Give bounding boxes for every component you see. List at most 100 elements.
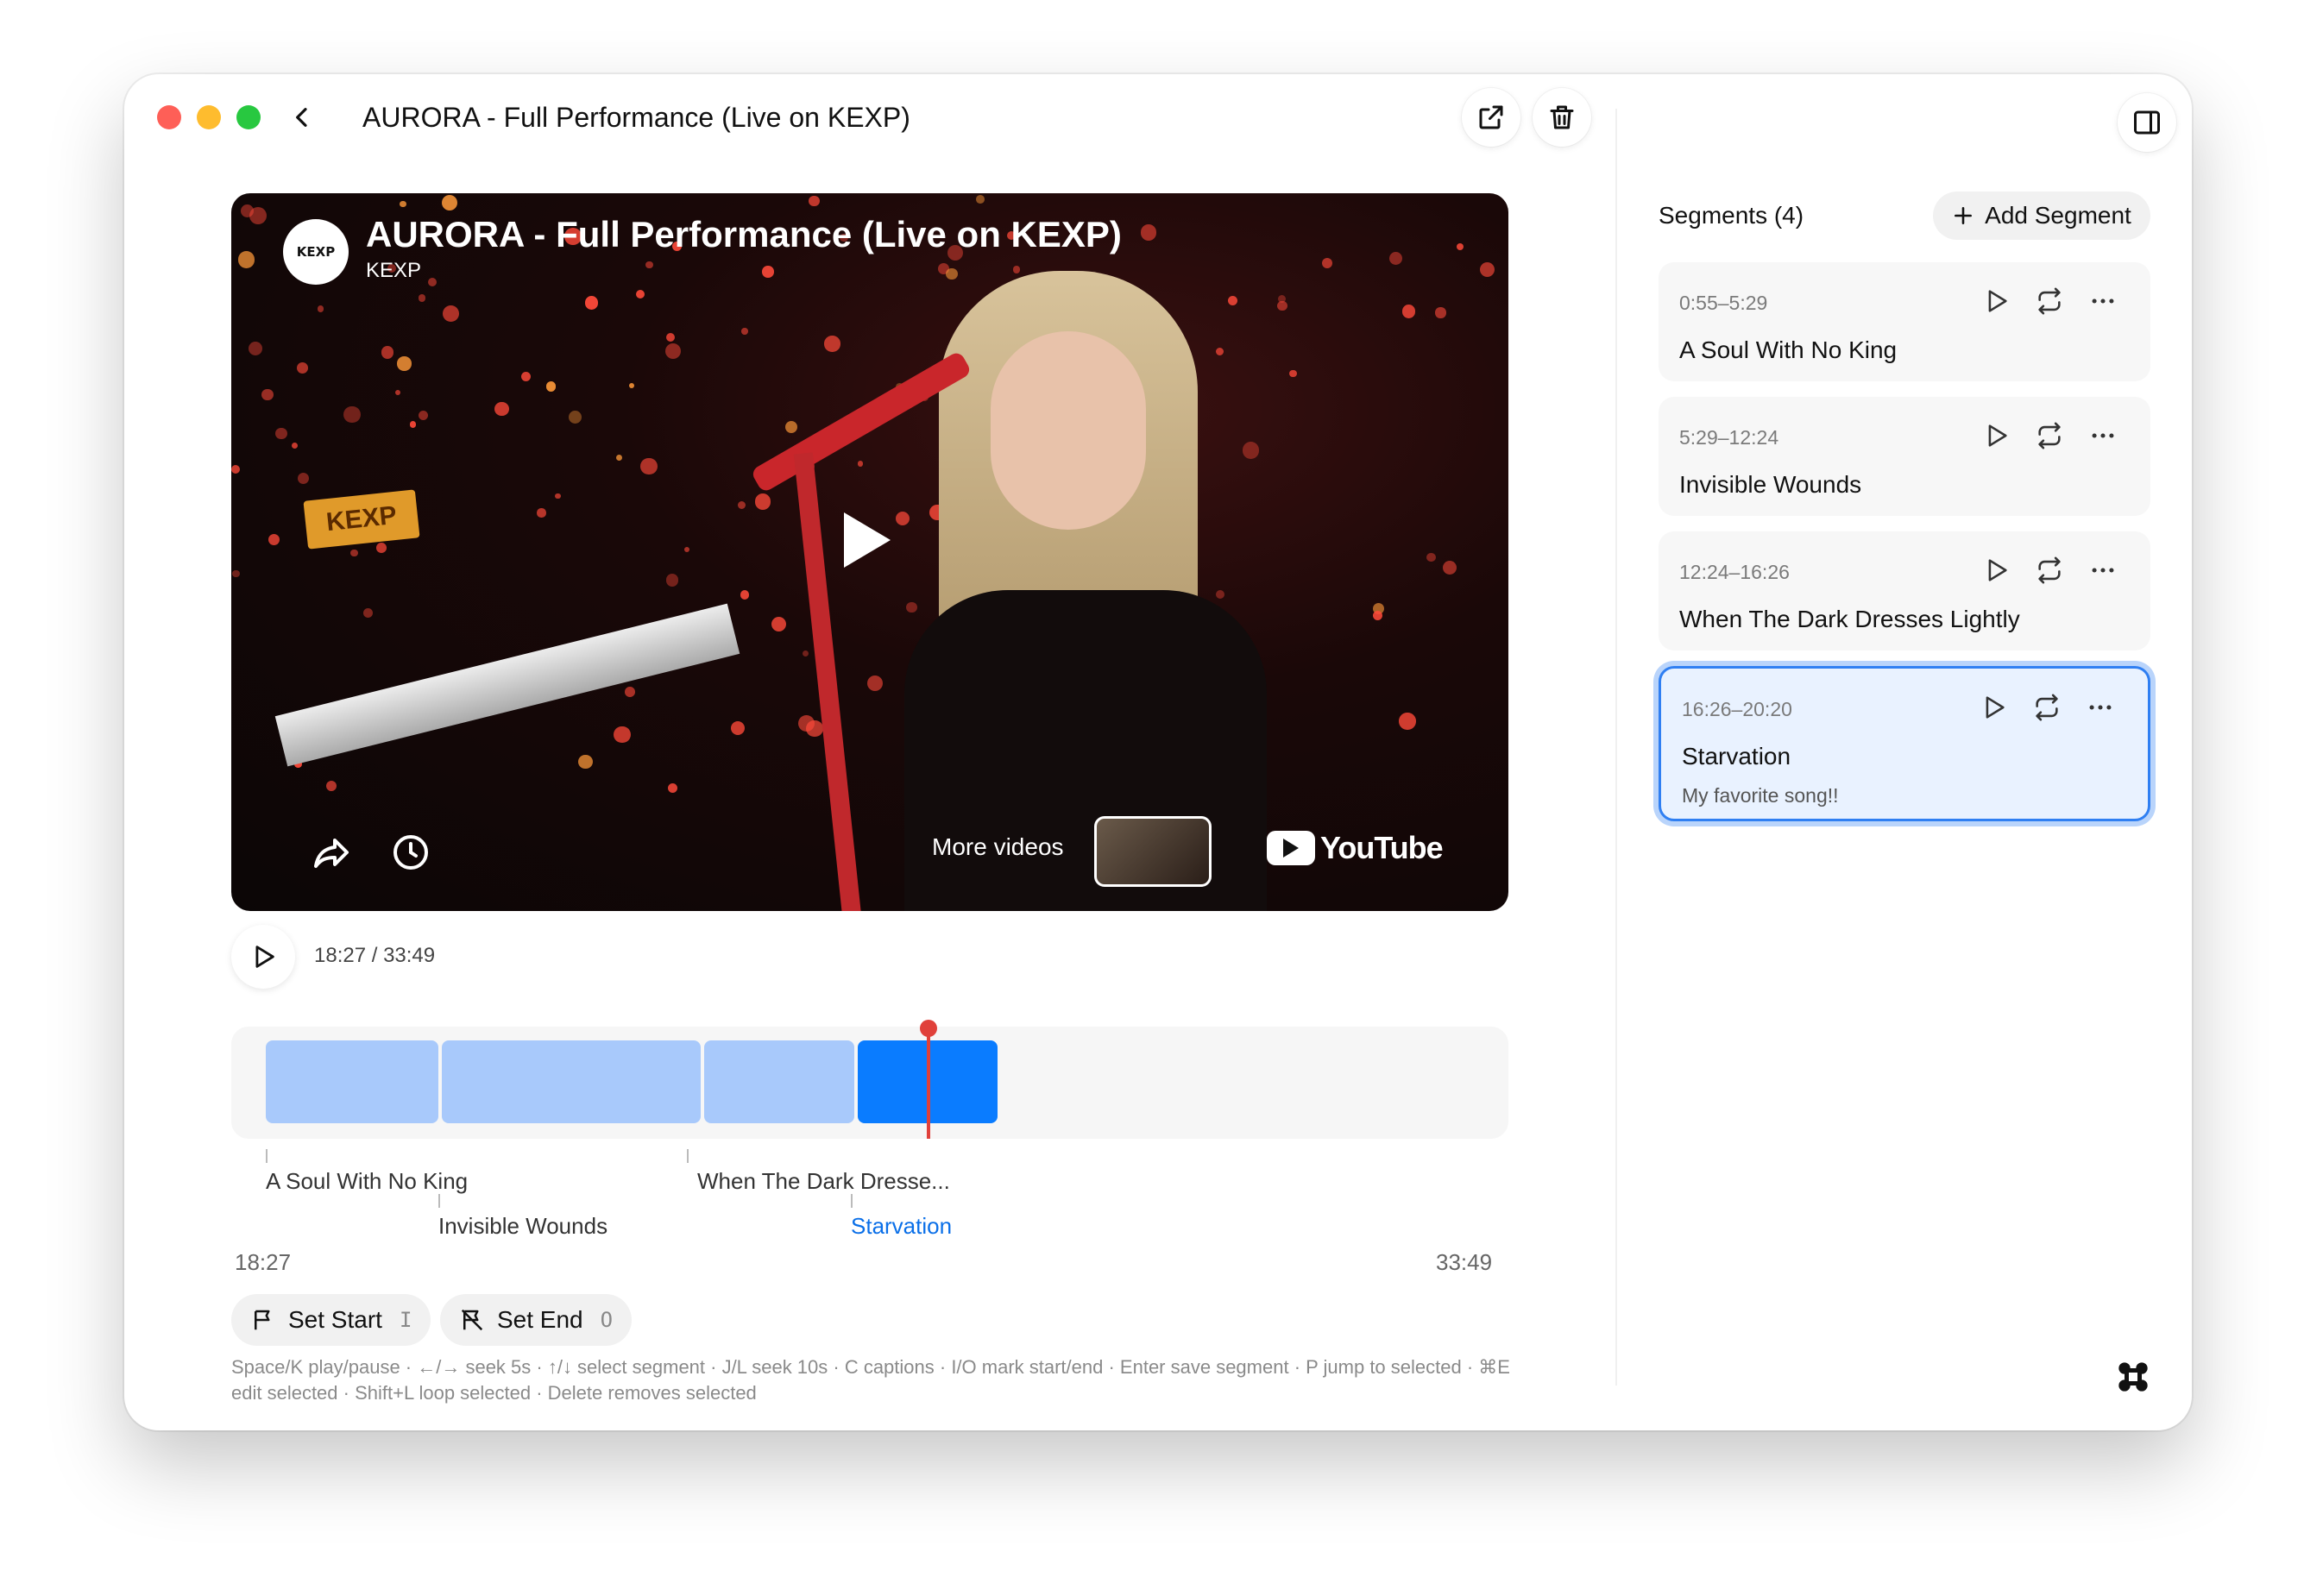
channel-logo[interactable]: KEXP <box>283 219 349 285</box>
kexp-sign-image: KEXP <box>303 489 420 550</box>
bokeh-light <box>975 195 985 204</box>
timeline-segment[interactable] <box>442 1040 701 1123</box>
video-title[interactable]: AURORA - Full Performance (Live on KEXP) <box>366 214 1122 255</box>
share-icon[interactable] <box>311 832 352 873</box>
flag-icon <box>255 1310 270 1330</box>
sidebar-icon <box>2134 110 2160 135</box>
bokeh-light <box>1443 561 1457 575</box>
play-segment-icon[interactable] <box>1981 286 2011 316</box>
loop-icon[interactable] <box>2035 286 2064 316</box>
segment-title: When The Dark Dresses Lightly <box>1679 606 2020 632</box>
back-button[interactable] <box>278 93 326 141</box>
segment-time: 0:55–5:29 <box>1679 292 1768 314</box>
playhead[interactable] <box>920 1020 938 1139</box>
bokeh-light <box>665 333 675 342</box>
watch-later-icon[interactable] <box>390 832 431 873</box>
bokeh-light <box>291 442 298 449</box>
open-external-button[interactable] <box>1462 88 1520 147</box>
timeline-label[interactable]: Invisible Wounds <box>438 1213 607 1240</box>
bokeh-light <box>684 547 690 553</box>
bokeh-light <box>615 454 622 461</box>
bokeh-light <box>629 383 635 389</box>
bokeh-light <box>296 361 308 374</box>
more-options-icon[interactable] <box>2088 286 2118 316</box>
youtube-logo[interactable]: YouTube <box>1267 830 1444 866</box>
loop-icon[interactable] <box>2032 693 2062 722</box>
timeline-segment[interactable] <box>704 1040 854 1123</box>
loop-icon[interactable] <box>2035 556 2064 585</box>
segment-card[interactable]: 5:29–12:24 Invisible Wounds <box>1659 397 2150 516</box>
bokeh-light <box>375 543 387 554</box>
set-end-shortcut: O <box>600 1308 614 1332</box>
bokeh-light <box>585 296 599 310</box>
more-options-icon[interactable] <box>2088 556 2118 585</box>
timeline-label[interactable]: When The Dark Dresse... <box>697 1168 950 1195</box>
zoom-window-button[interactable] <box>236 105 261 129</box>
bokeh-light <box>427 278 437 287</box>
bokeh-light <box>1277 300 1287 311</box>
flag-off-icon <box>461 1309 483 1331</box>
play-segment-icon[interactable] <box>1981 556 2011 585</box>
more-options-icon[interactable] <box>2086 693 2115 722</box>
timeline-label-selected[interactable]: Starvation <box>851 1213 952 1240</box>
label-tick <box>438 1194 440 1208</box>
bokeh-light <box>237 251 255 268</box>
timeline-label[interactable]: A Soul With No King <box>266 1168 468 1195</box>
segment-card-selected[interactable]: 16:26–20:20 Starvation My favorite song!… <box>1659 666 2150 821</box>
play-segment-icon[interactable] <box>1979 693 2008 722</box>
bokeh-light <box>771 616 787 631</box>
video-play-icon[interactable] <box>844 512 891 568</box>
bokeh-light <box>231 465 240 474</box>
segment-time: 12:24–16:26 <box>1679 561 1790 583</box>
set-start-button[interactable]: Set Start I <box>231 1294 431 1346</box>
set-end-button[interactable]: Set End O <box>440 1294 633 1346</box>
play-button[interactable] <box>231 925 295 989</box>
external-link-icon <box>1479 105 1503 129</box>
loop-icon[interactable] <box>2035 421 2064 450</box>
bokeh-light <box>1480 262 1495 278</box>
bokeh-light <box>762 266 774 278</box>
bokeh-light <box>1215 590 1224 600</box>
bokeh-light <box>569 410 582 424</box>
bokeh-light <box>784 421 798 434</box>
keyboard-shortcuts-hint: Space/K play/pause · ←/→ seek 5s · ↑/↓ s… <box>231 1356 1510 1404</box>
bokeh-light <box>1426 552 1436 562</box>
singer-body-image <box>904 590 1267 911</box>
bokeh-light <box>442 305 459 323</box>
playhead-handle[interactable] <box>920 1020 938 1037</box>
bokeh-light <box>803 650 809 657</box>
toggle-sidebar-button[interactable] <box>2118 93 2176 152</box>
bokeh-light <box>857 461 863 467</box>
timeline-segment[interactable] <box>266 1040 438 1123</box>
bokeh-light <box>1456 243 1464 251</box>
add-segment-button[interactable]: Add Segment <box>1933 192 2150 240</box>
video-channel[interactable]: KEXP <box>366 259 421 283</box>
bokeh-light <box>664 342 682 359</box>
more-options-icon[interactable] <box>2088 421 2118 450</box>
bokeh-light <box>1401 305 1416 318</box>
trash-icon <box>1550 105 1574 129</box>
bokeh-light <box>394 389 400 395</box>
segment-card[interactable]: 12:24–16:26 When The Dark Dresses Lightl… <box>1659 531 2150 650</box>
play-segment-icon[interactable] <box>1981 421 2011 450</box>
bokeh-light <box>297 472 310 485</box>
more-videos-thumbnail[interactable] <box>1094 816 1212 887</box>
segment-card[interactable]: 0:55–5:29 A Soul With No King <box>1659 262 2150 381</box>
minimize-window-button[interactable] <box>197 105 221 129</box>
bokeh-light <box>1012 265 1021 273</box>
delete-button[interactable] <box>1533 88 1591 147</box>
bokeh-light <box>1435 307 1446 318</box>
bokeh-light <box>754 493 771 510</box>
bokeh-light <box>494 401 509 417</box>
bokeh-light <box>946 267 958 280</box>
bokeh-light <box>1242 442 1260 459</box>
bokeh-light <box>867 675 884 691</box>
video-player[interactable]: KEXP KEXP AURORA - Full Performance (Liv… <box>231 193 1508 911</box>
segment-timeline[interactable] <box>231 1020 1508 1139</box>
apps-icon[interactable] <box>2116 1360 2150 1394</box>
bokeh-light <box>268 533 280 545</box>
close-window-button[interactable] <box>157 105 181 129</box>
more-videos-label[interactable]: More videos <box>932 833 1064 861</box>
segment-note: My favorite song!! <box>1682 784 1839 807</box>
bokeh-light <box>343 405 361 424</box>
